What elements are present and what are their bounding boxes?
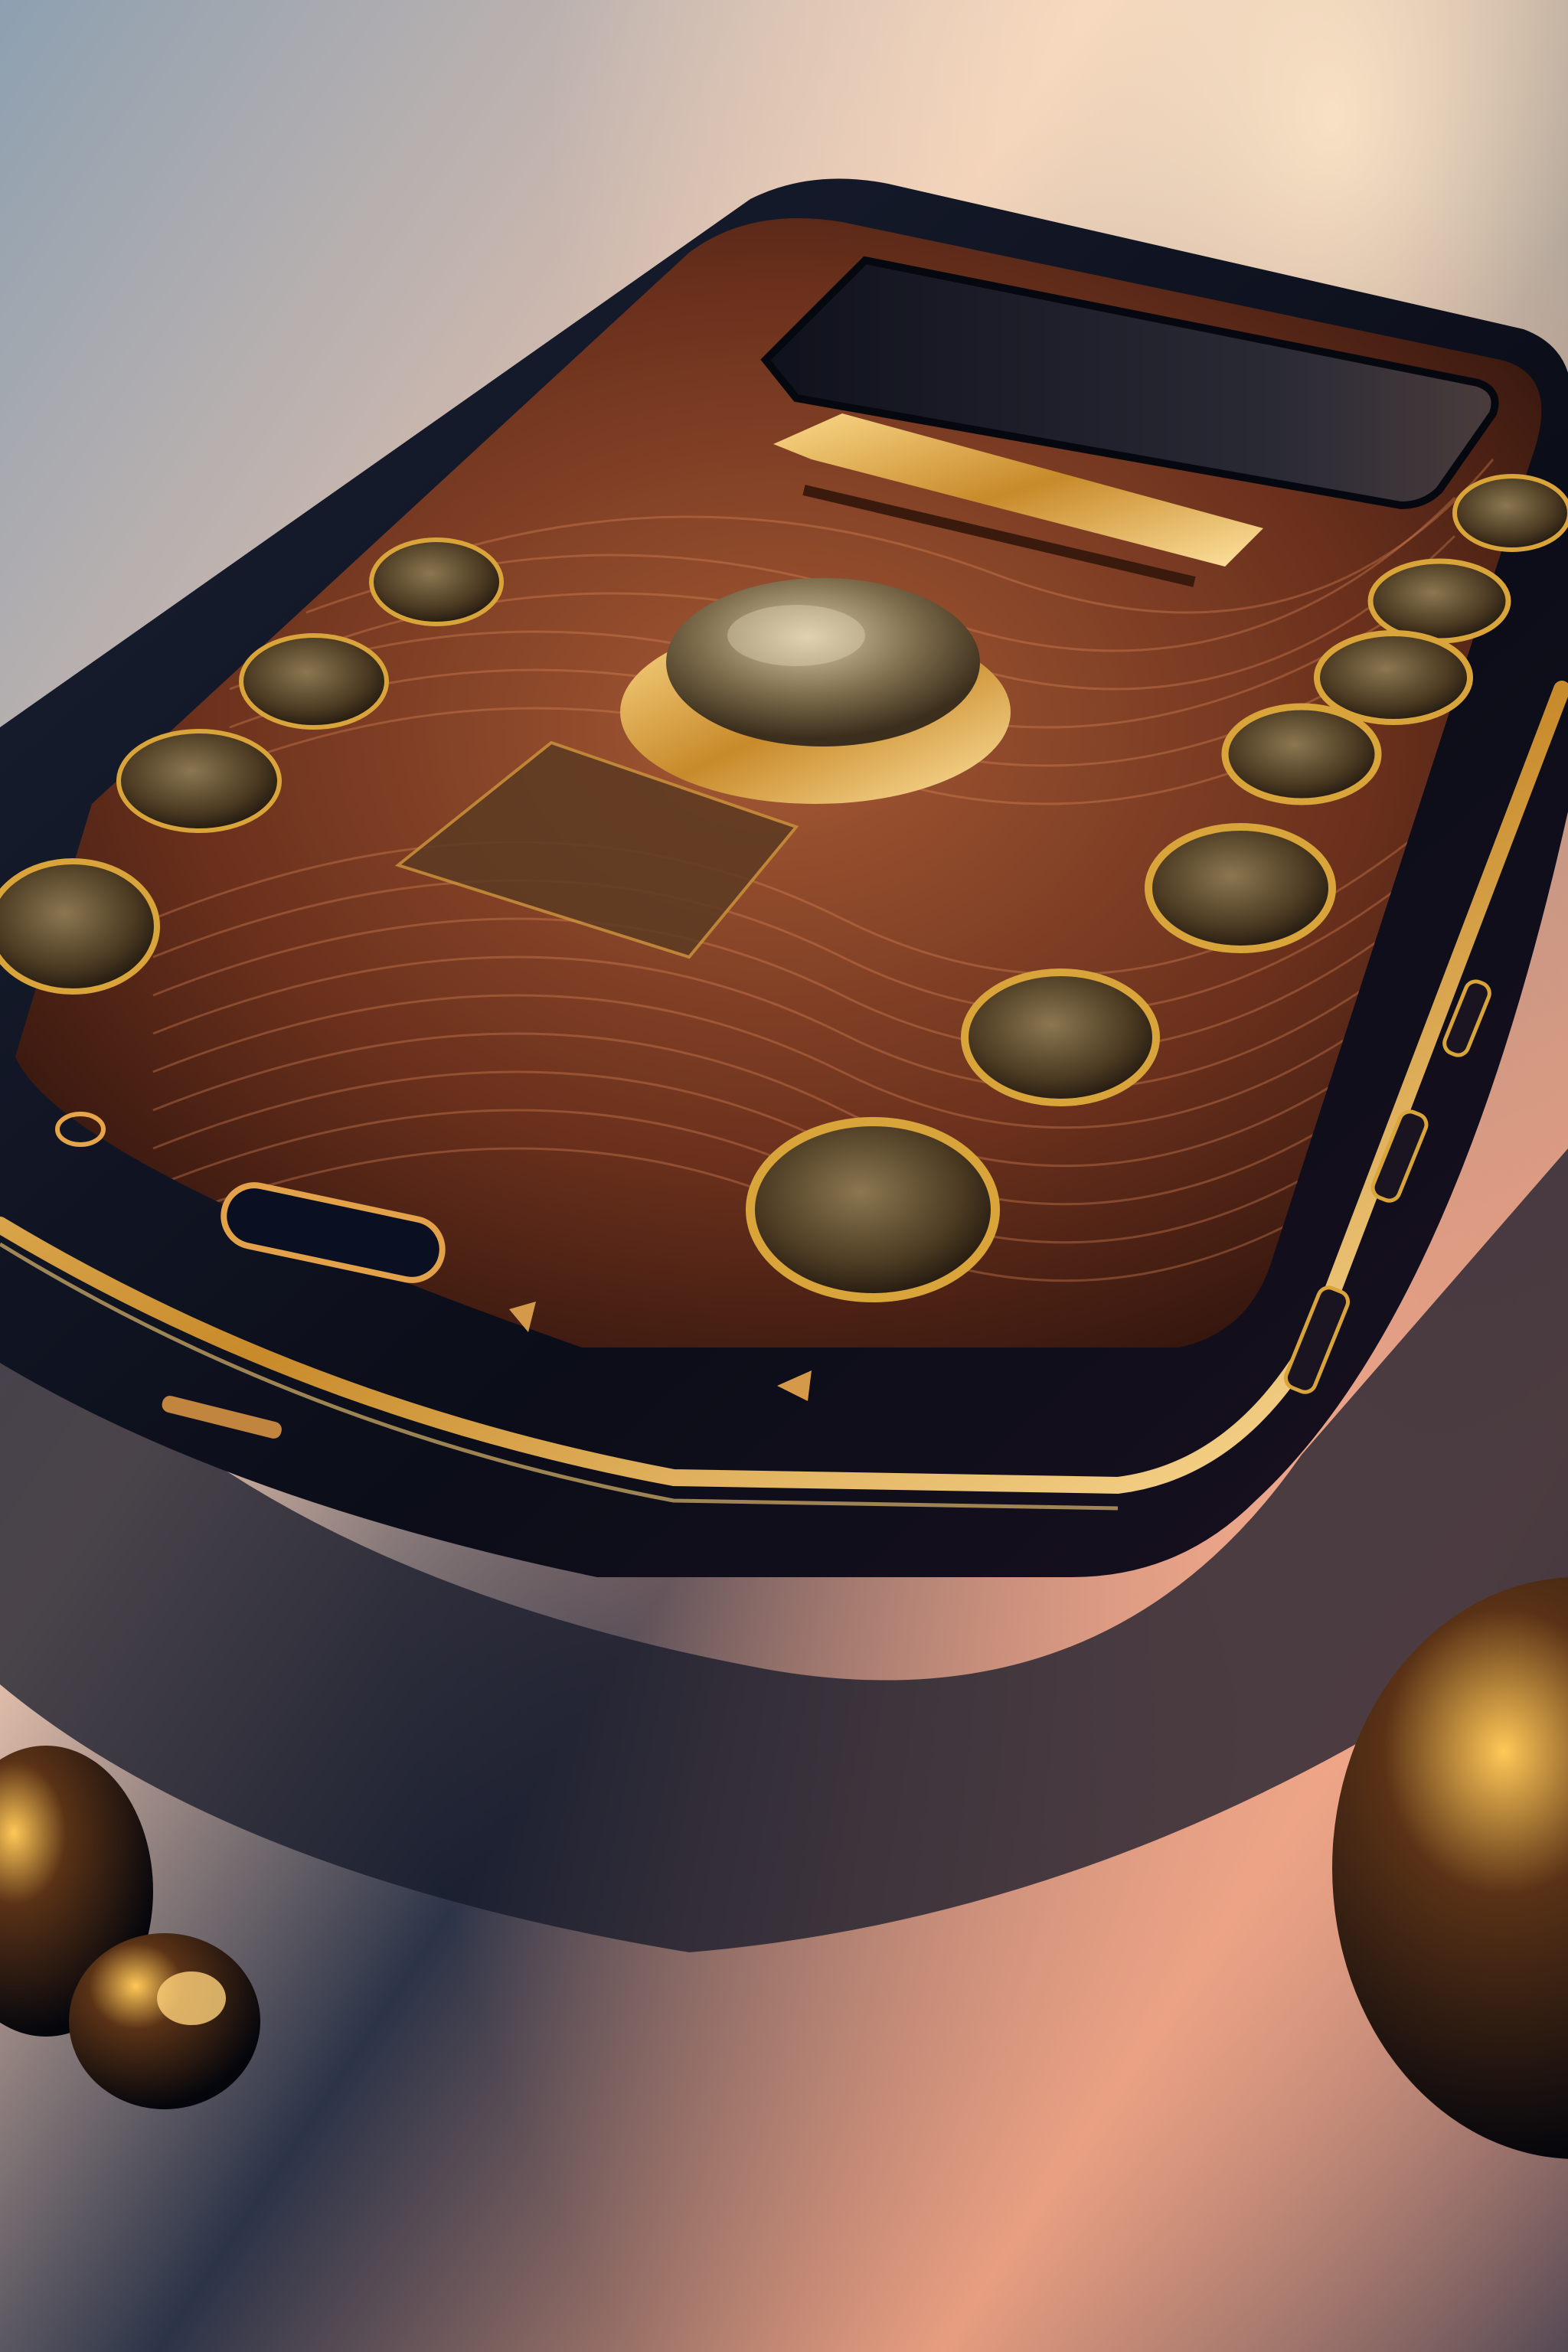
coin xyxy=(1221,703,1382,805)
coin xyxy=(369,537,504,626)
coin xyxy=(746,1117,1000,1302)
coin xyxy=(0,858,160,995)
coin xyxy=(1367,558,1511,644)
ornate-phone-scene xyxy=(0,0,1568,2352)
bead-highlight xyxy=(157,1971,226,2025)
coin xyxy=(116,729,282,833)
coin xyxy=(961,969,1160,1106)
coin xyxy=(239,633,389,730)
scene-illustration xyxy=(0,0,1568,2352)
dome-highlight xyxy=(727,605,865,666)
coin xyxy=(1314,630,1473,725)
bead xyxy=(69,1933,260,2109)
coin xyxy=(1145,823,1336,953)
coin xyxy=(1452,474,1568,552)
